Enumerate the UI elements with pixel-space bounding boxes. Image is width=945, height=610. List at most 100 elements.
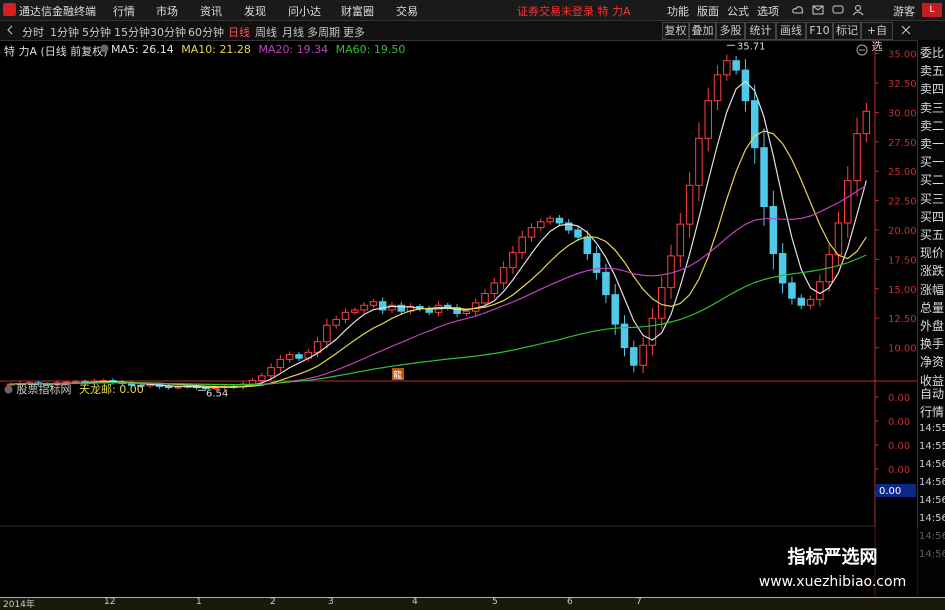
ma5-line bbox=[10, 80, 867, 388]
candle-body bbox=[713, 74, 722, 102]
expand-icon[interactable] bbox=[4, 385, 13, 394]
toolbar-button-3[interactable]: 统计 bbox=[745, 22, 776, 40]
expand-icon[interactable] bbox=[100, 44, 109, 53]
x-tick-label-3: 2 bbox=[270, 597, 276, 607]
candle-body bbox=[741, 69, 750, 102]
trade-login-status: 证券交易未登录 特 力A bbox=[517, 5, 631, 18]
candle-body bbox=[862, 110, 871, 135]
candle-body bbox=[295, 354, 303, 359]
side-label-3: 卖三 bbox=[920, 100, 945, 115]
close-icon[interactable] bbox=[900, 24, 912, 36]
guest-label[interactable]: 游客 bbox=[893, 3, 915, 19]
layout-menu[interactable]: 版面 bbox=[697, 3, 719, 19]
y-tick-label-0: 35.00 bbox=[888, 50, 917, 61]
candle-body bbox=[611, 294, 619, 325]
side-time-4: 14:56 bbox=[919, 495, 945, 506]
candle-body bbox=[369, 301, 378, 306]
y-tick-label-4: 25.00 bbox=[888, 167, 917, 178]
toolbar-button-4[interactable]: 画线 bbox=[776, 22, 806, 40]
candle-body bbox=[174, 386, 182, 389]
tab-period-2[interactable]: 5分钟 bbox=[82, 24, 111, 40]
cloud-icon[interactable] bbox=[792, 4, 804, 16]
tab-period-8[interactable]: 月线 bbox=[282, 24, 304, 40]
menu-item-jiaoyi[interactable]: 交易 bbox=[396, 3, 418, 19]
user-icon[interactable] bbox=[852, 4, 864, 16]
candle-body bbox=[750, 100, 759, 149]
level-badge: L bbox=[922, 3, 942, 17]
toolbar-button-1[interactable]: 叠加 bbox=[689, 22, 716, 40]
candle-body bbox=[509, 251, 517, 269]
ma10-label: MA10: 21.28 bbox=[181, 43, 251, 56]
menu-item-shichang[interactable]: 市场 bbox=[156, 3, 178, 19]
toolbar-button-2[interactable]: 多股 bbox=[716, 22, 745, 40]
tab-period-4[interactable]: 30分钟 bbox=[150, 24, 186, 40]
side-label-4: 卖二 bbox=[920, 118, 945, 133]
candle-body bbox=[834, 222, 843, 256]
candle-body bbox=[695, 137, 703, 186]
mail-icon[interactable] bbox=[812, 4, 824, 16]
x-tick-label-4: 3 bbox=[328, 597, 334, 607]
side-label-17: 净资 bbox=[920, 355, 945, 370]
candle-body bbox=[258, 375, 266, 382]
tab-period-9[interactable]: 多周期 bbox=[307, 24, 340, 40]
tab-period-5[interactable]: 60分钟 bbox=[188, 24, 224, 40]
zoom-out-icon[interactable] bbox=[856, 44, 868, 56]
options-menu[interactable]: 选项 bbox=[757, 3, 779, 19]
chat-icon[interactable] bbox=[832, 4, 844, 16]
candle-body bbox=[853, 133, 861, 182]
candle-body bbox=[676, 223, 685, 257]
chart-header: 特 力A (日线 前复权) bbox=[4, 43, 108, 59]
toolbar-button-6[interactable]: 标记 bbox=[833, 22, 861, 40]
high-annotation: 35.71 bbox=[737, 41, 766, 52]
side-label-12: 涨跌 bbox=[920, 264, 945, 279]
tab-period-7[interactable]: 周线 bbox=[255, 24, 277, 40]
tab-period-10[interactable]: 更多 bbox=[343, 24, 365, 40]
ma20-line bbox=[10, 184, 867, 386]
side-label-15: 外盘 bbox=[920, 319, 945, 333]
ma60-label: MA60: 19.50 bbox=[335, 43, 406, 56]
candle-body bbox=[518, 236, 526, 253]
candle-body bbox=[723, 60, 731, 76]
side-label-0: 委比 bbox=[920, 46, 945, 60]
menu-item-wenxiaoda[interactable]: 问小达 bbox=[288, 3, 321, 19]
y-tick-label-7: 17.50 bbox=[888, 255, 917, 266]
candle-body bbox=[639, 344, 647, 366]
candle-body bbox=[360, 304, 368, 311]
tab-period-1[interactable]: 1分钟 bbox=[50, 24, 79, 40]
kline-chart[interactable]: 35.00 32.50 30.00 27.50 25.00 22.50 20.00 17.50… bbox=[0, 40, 917, 597]
y-tick-label-10: 10.00 bbox=[888, 344, 917, 355]
y-tick-label-5: 22.50 bbox=[888, 197, 917, 208]
candle-body bbox=[806, 298, 815, 306]
sub-indicator-header: 股票指标网 天龙邮: 0.00 bbox=[4, 381, 144, 397]
toolbar-button-5[interactable]: F10 bbox=[806, 22, 833, 40]
side-label-14: 总量 bbox=[920, 300, 945, 315]
toolbar-button-0[interactable]: 复权 bbox=[662, 22, 689, 40]
tab-period-0[interactable]: 分时 bbox=[22, 24, 44, 40]
candle-body bbox=[778, 253, 787, 284]
x-tick-label-7: 6 bbox=[567, 597, 573, 607]
x-tick-label-1: 12 bbox=[104, 597, 116, 607]
sub-indicator-name: 天龙邮: bbox=[79, 383, 116, 396]
ma60-line bbox=[10, 254, 867, 386]
candle-body bbox=[546, 217, 554, 223]
side-lower-1[interactable]: 行情 bbox=[920, 403, 944, 420]
menu-item-zixun[interactable]: 资讯 bbox=[200, 3, 222, 19]
formula-menu[interactable]: 公式 bbox=[727, 3, 749, 19]
candle-body bbox=[499, 267, 508, 284]
chevron-left-icon[interactable] bbox=[4, 24, 16, 36]
candle-body bbox=[574, 229, 582, 238]
ma20-label: MA20: 19.34 bbox=[258, 43, 329, 56]
toolbar-button-7[interactable]: +自选 bbox=[861, 22, 893, 53]
side-lower-0[interactable]: 自动 bbox=[920, 385, 944, 402]
candle-body bbox=[843, 180, 852, 224]
candle-body bbox=[462, 310, 471, 315]
menu-item-faxian[interactable]: 发现 bbox=[244, 3, 266, 19]
function-menu[interactable]: 功能 bbox=[667, 3, 689, 19]
candle-body bbox=[760, 147, 768, 207]
candle-body bbox=[248, 380, 257, 385]
menu-item-hangqing[interactable]: 行情 bbox=[113, 3, 135, 19]
tab-period-3[interactable]: 15分钟 bbox=[114, 24, 150, 40]
menu-item-caifuquan[interactable]: 财富圈 bbox=[341, 3, 374, 19]
tab-period-6[interactable]: 日线 bbox=[228, 24, 250, 40]
side-time-0: 14:55 bbox=[919, 423, 945, 434]
